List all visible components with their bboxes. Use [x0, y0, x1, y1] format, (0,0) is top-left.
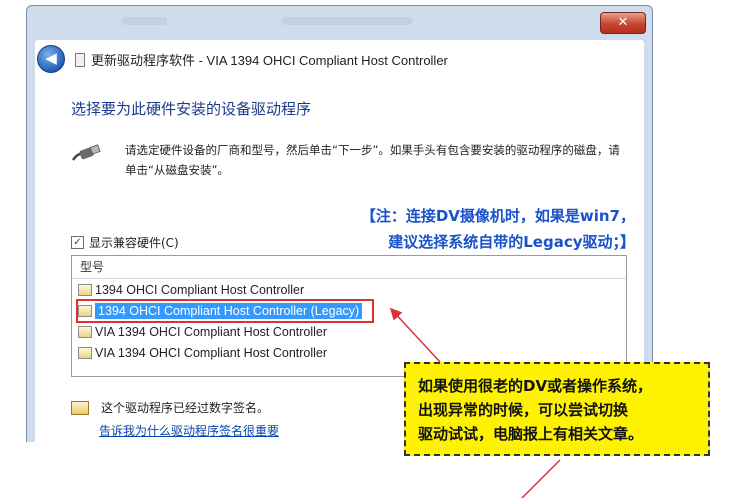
callout-box: 如果使用很老的DV或者操作系统， 出现异常的时候，可以尝试切换 驱动试试，电脑报… — [404, 362, 710, 456]
callout-arrow — [389, 307, 441, 363]
callout-line: 驱动试试，电脑报上有相关文章。 — [418, 425, 644, 443]
callout-tail — [521, 459, 561, 498]
callout-line: 如果使用很老的DV或者操作系统， — [418, 377, 653, 395]
callout-line: 出现异常的时候，可以尝试切换 — [418, 401, 629, 419]
